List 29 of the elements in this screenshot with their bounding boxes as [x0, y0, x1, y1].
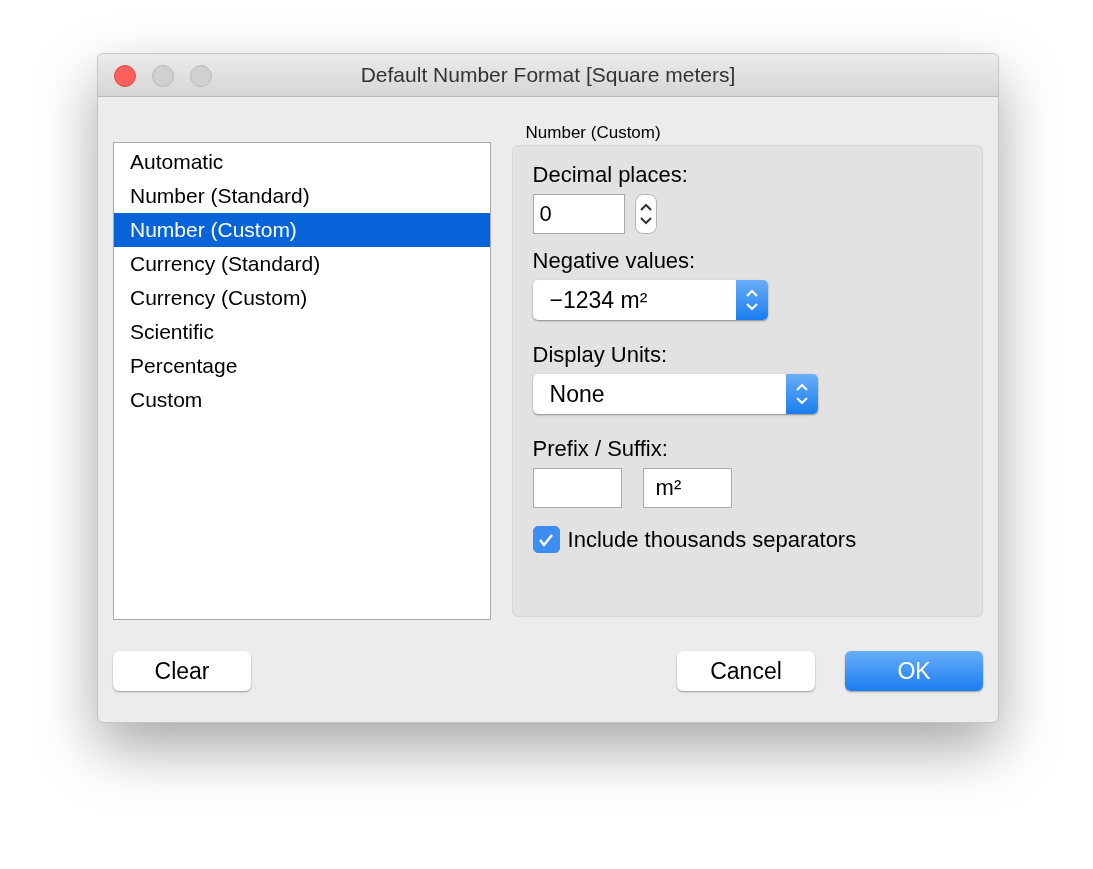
format-list-item[interactable]: Currency (Custom) [114, 281, 490, 315]
dialog-button[interactable]: Clear [113, 651, 251, 691]
input-field[interactable]: m² [642, 468, 732, 508]
format-list-item[interactable]: Automatic [114, 145, 490, 179]
format-list-item[interactable]: Custom [114, 383, 490, 417]
popup-arrows-icon [794, 381, 809, 407]
field-label: Decimal places: [532, 162, 689, 188]
checkmark-icon [538, 532, 555, 547]
field-label: Prefix / Suffix: [532, 436, 669, 462]
popup-menu[interactable]: None [532, 374, 818, 414]
panel-title: Number (Custom) [525, 123, 662, 144]
stepper-arrows-icon [638, 201, 653, 227]
window-title: Default Number Format [Square meters] [360, 63, 736, 87]
checkbox[interactable] [532, 526, 560, 553]
popup-menu[interactable]: −1234 m² [532, 280, 768, 320]
close-button[interactable] [114, 65, 136, 87]
input-field[interactable]: 0 [532, 194, 625, 234]
format-list-item[interactable]: Currency (Standard) [114, 247, 490, 281]
field-label: Display Units: [532, 342, 669, 368]
format-list-item[interactable]: Number (Custom) [114, 213, 490, 247]
format-list-item[interactable]: Scientific [114, 315, 490, 349]
field-label: Negative values: [532, 248, 697, 274]
format-list-item[interactable]: Number (Standard) [114, 179, 490, 213]
input-field[interactable] [532, 468, 622, 508]
dialog-button[interactable]: Cancel [677, 651, 815, 691]
stepper-control[interactable] [634, 194, 657, 234]
checkbox-label: Include thousands separators [567, 526, 857, 553]
popup-arrows-icon [744, 287, 759, 313]
format-list-item[interactable]: Percentage [114, 349, 490, 383]
